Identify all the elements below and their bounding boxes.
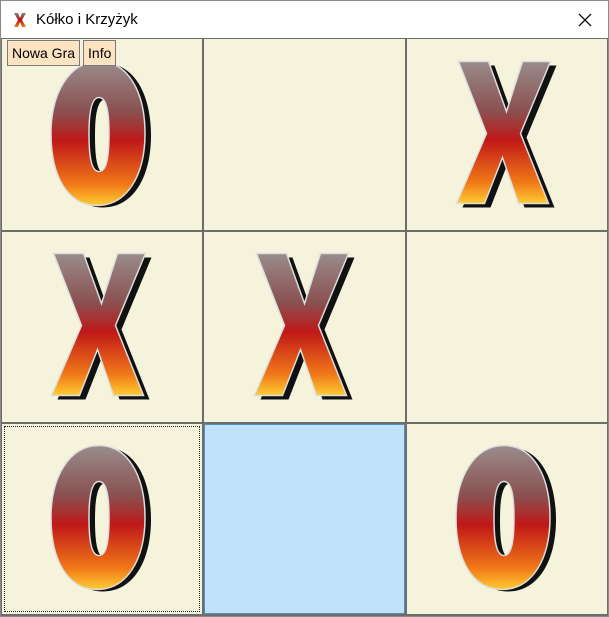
board-cell-2-2[interactable] — [204, 232, 405, 422]
window-title: Kółko i Krzyżyk — [36, 11, 138, 28]
info-button[interactable]: Info — [83, 40, 117, 66]
close-icon — [578, 13, 592, 26]
title-bar: Kółko i Krzyżyk — [1, 1, 608, 38]
board-cell-1-1[interactable] — [2, 39, 202, 230]
board-cell-1-3[interactable] — [407, 39, 607, 230]
menu-bar: Nowa Gra Info — [7, 40, 117, 66]
board-cell-3-3[interactable] — [407, 424, 607, 614]
x-app-icon — [14, 13, 26, 27]
board-cell-2-1[interactable] — [2, 232, 202, 422]
x-piece — [455, 60, 557, 207]
x-piece — [50, 252, 152, 400]
board-cell-3-1[interactable] — [2, 424, 202, 614]
x-piece — [252, 252, 354, 400]
o-piece — [50, 444, 151, 592]
board-cell-3-2[interactable] — [204, 424, 405, 614]
app-window: Kółko i Krzyżyk Nowa Gra Info — [0, 0, 609, 617]
board-cell-2-3[interactable] — [407, 232, 607, 422]
game-board — [1, 38, 608, 616]
new-game-button[interactable]: Nowa Gra — [7, 40, 81, 66]
o-piece — [455, 444, 556, 592]
close-button[interactable] — [562, 1, 608, 38]
board-cell-1-2[interactable] — [204, 39, 405, 230]
o-piece — [50, 60, 151, 207]
